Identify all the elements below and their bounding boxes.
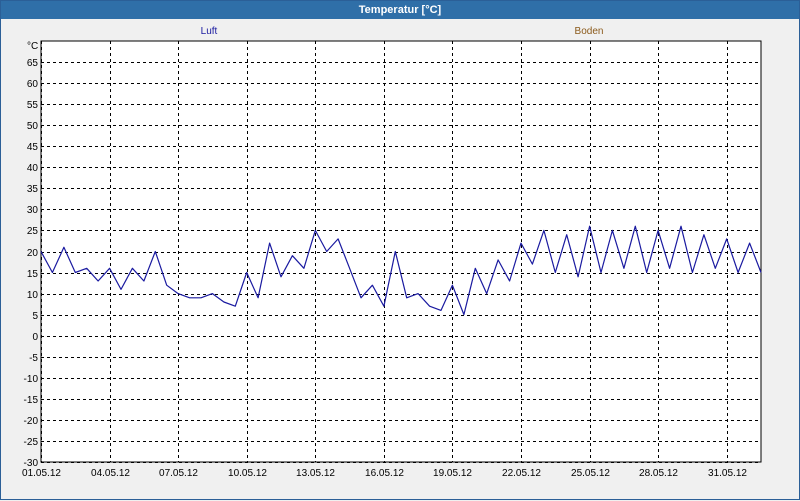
- legend-luft: Luft: [201, 26, 218, 37]
- y-axis-ticks: -30-25-20-15-10-505101520253035404550556…: [24, 58, 39, 469]
- y-tick-label: 60: [27, 79, 39, 90]
- y-tick-label: 15: [27, 269, 39, 280]
- y-tick-label: 20: [27, 248, 39, 259]
- y-tick-label: 30: [27, 205, 39, 216]
- y-tick-label: -20: [24, 416, 39, 427]
- y-tick-label: 50: [27, 121, 39, 132]
- x-axis-ticks: 01.05.12 04.05.12 07.05.12 10.05.12 13.05.12…: [22, 468, 747, 479]
- x-tick-label: 28.05.12: [639, 468, 678, 479]
- y-tick-label: 35: [27, 184, 39, 195]
- x-tick-label: 31.05.12: [708, 468, 747, 479]
- x-tick-label: 16.05.12: [365, 468, 404, 479]
- y-tick-label: 0: [32, 332, 38, 343]
- y-tick-label: -5: [29, 353, 38, 364]
- legend-boden: Boden: [575, 26, 604, 37]
- x-tick-label: 13.05.12: [296, 468, 335, 479]
- x-tick-label: 19.05.12: [433, 468, 472, 479]
- y-tick-label: -10: [24, 374, 39, 385]
- y-tick-label: 5: [32, 311, 38, 322]
- y-tick-label: 55: [27, 100, 39, 111]
- chart-window: Temperatur [°C] -30 -25 -20 -15 -10 -5 0 5 10 15 2…: [0, 0, 800, 500]
- x-tick-label: 10.05.12: [228, 468, 267, 479]
- y-tick-label: 25: [27, 226, 39, 237]
- y-tick-label: 10: [27, 290, 39, 301]
- x-tick-label: 07.05.12: [159, 468, 198, 479]
- x-tick-label: 04.05.12: [91, 468, 130, 479]
- y-axis-unit-label: °C: [27, 41, 38, 52]
- x-tick-label: 22.05.12: [502, 468, 541, 479]
- y-tick-label: -25: [24, 437, 39, 448]
- temperature-chart: -30-25-20-15-10-505101520253035404550556…: [22, 26, 762, 479]
- x-tick-label: 01.05.12: [22, 468, 61, 479]
- y-tick-label: 65: [27, 58, 39, 69]
- x-tick-label: 25.05.12: [571, 468, 610, 479]
- y-tick-label: -15: [24, 395, 39, 406]
- y-tick-label: 45: [27, 142, 39, 153]
- y-tick-label: 40: [27, 163, 39, 174]
